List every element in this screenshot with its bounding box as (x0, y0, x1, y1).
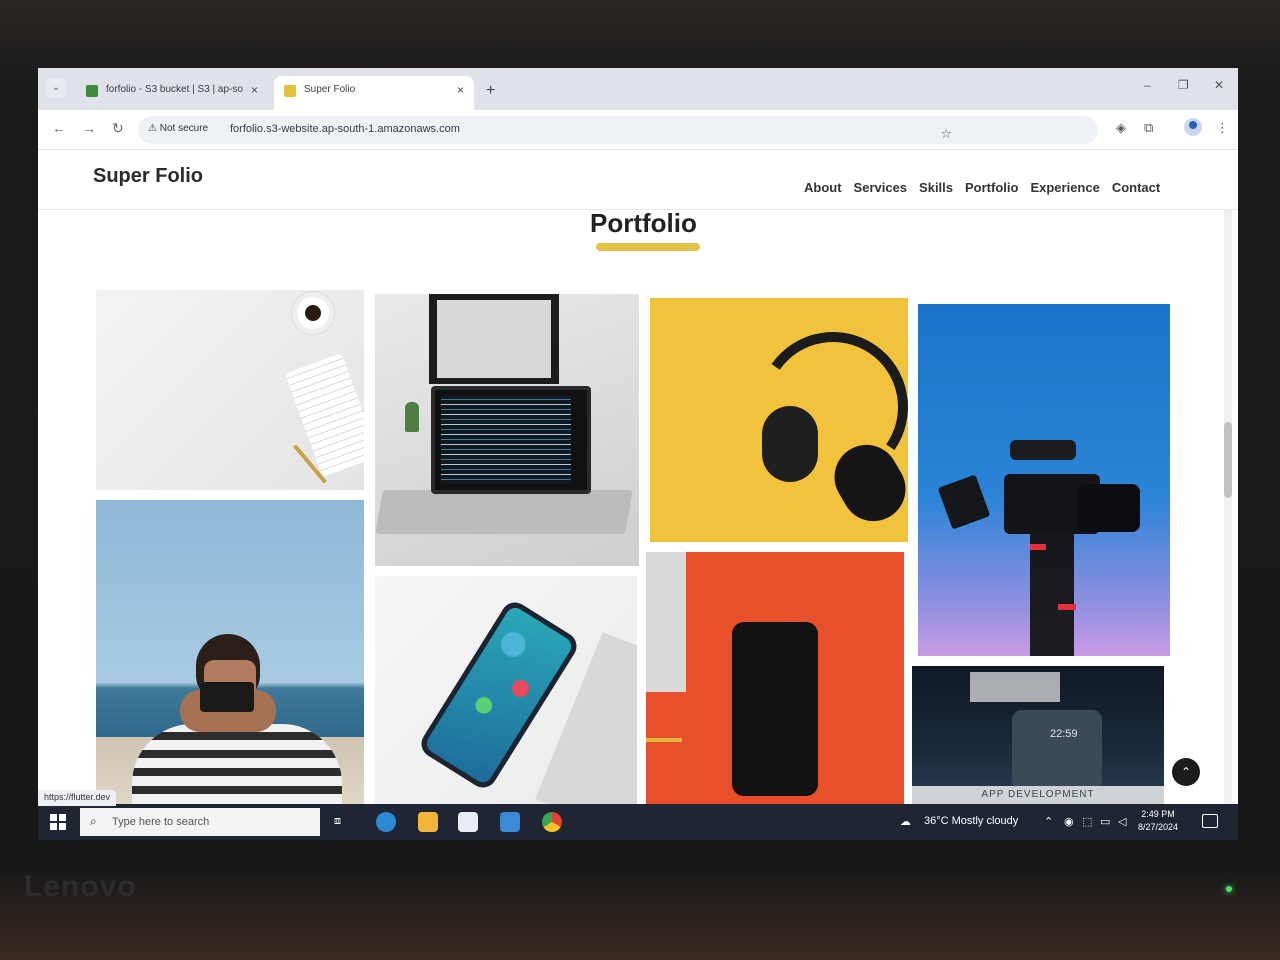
page-scrollbar[interactable] (1224, 150, 1232, 804)
restore-button[interactable]: ❐ (1178, 78, 1189, 92)
tripod-image (1030, 534, 1074, 656)
windows-taskbar: ⌕ Type here to search ⧈ ☁ 36°C Mostly cl… (38, 804, 1238, 840)
notification-icon[interactable] (1202, 814, 1218, 828)
close-tab-icon[interactable]: × (251, 83, 258, 97)
file-explorer-icon[interactable] (418, 812, 438, 832)
portfolio-tile-app-dev[interactable]: 22:59 APP DEVELOPMENT (912, 666, 1164, 804)
power-led (1226, 886, 1232, 892)
tripod-accent (1030, 544, 1046, 550)
coffee-cup-image (292, 292, 334, 334)
extensions-puzzle-icon[interactable]: ⧉ (1144, 120, 1153, 136)
nav-contact[interactable]: Contact (1112, 180, 1160, 195)
window-close-button[interactable]: ✕ (1214, 78, 1224, 92)
tripod-accent (1058, 604, 1076, 610)
nav-portfolio[interactable]: Portfolio (965, 180, 1018, 195)
tab-s3-bucket[interactable]: forfolio - S3 bucket | S3 | ap-so × (76, 76, 268, 110)
flip-screen-image (937, 474, 991, 530)
tab-title: Super Folio (304, 84, 356, 95)
close-tab-icon[interactable]: × (457, 83, 464, 97)
tile-caption: APP DEVELOPMENT (912, 786, 1164, 804)
chevron-up-icon[interactable]: ⌃ (1044, 815, 1053, 828)
monitor-brand-logo: Lenovo (24, 870, 137, 903)
site-logo[interactable]: Super Folio (93, 165, 203, 188)
search-icon: ⌕ (90, 814, 97, 828)
screen: ⌄ forfolio - S3 bucket | S3 | ap-so × Su… (38, 68, 1238, 840)
meet-now-icon[interactable]: ⬚ (1082, 815, 1092, 828)
reload-button[interactable]: ↻ (112, 120, 124, 137)
windows-start-icon[interactable] (50, 814, 66, 830)
s3-favicon-icon (86, 85, 98, 97)
clock-time: 2:49 PM (1141, 809, 1175, 819)
bookmark-star-icon[interactable]: ☆ (940, 126, 952, 142)
portfolio-tile-smartphone[interactable] (375, 576, 637, 804)
site-nav: About Services Skills Portfolio Experien… (804, 180, 1160, 195)
mic-image (1010, 440, 1076, 460)
nav-services[interactable]: Services (854, 180, 908, 195)
task-view-icon[interactable]: ⧈ (334, 815, 341, 828)
laptop-screen-image (431, 386, 591, 494)
earcup-image (762, 406, 818, 482)
clock-date: 8/27/2024 (1138, 822, 1179, 832)
nav-experience[interactable]: Experience (1030, 180, 1099, 195)
super-folio-favicon-icon (284, 85, 296, 97)
phone-clock: 22:59 (1050, 728, 1078, 740)
status-bar-url: https://flutter.dev (38, 790, 117, 806)
monitor-image (429, 294, 559, 384)
pencil-image (646, 738, 682, 742)
heading-underline (596, 243, 700, 251)
portfolio-tile-black-phone[interactable] (646, 552, 904, 804)
portfolio-tile-camera[interactable] (918, 304, 1170, 656)
menu-kebab-icon[interactable]: ⋮ (1216, 120, 1229, 136)
browser-toolbar: ← → ↻ ⚠ Not secure forfolio.s3-website.a… (38, 110, 1238, 150)
keyboard-image (284, 353, 364, 477)
weather-icon[interactable]: ☁ (900, 815, 911, 828)
web-page: Super Folio About Services Skills Portfo… (38, 150, 1238, 804)
portfolio-tile-headphones[interactable] (650, 298, 908, 542)
taskbar-search[interactable]: ⌕ Type here to search (80, 808, 320, 836)
extension-icon[interactable]: ◈ (1116, 120, 1126, 136)
shirt-image (132, 724, 342, 804)
nav-skills[interactable]: Skills (919, 180, 953, 195)
browser-tabstrip: ⌄ forfolio - S3 bucket | S3 | ap-so × Su… (38, 68, 1238, 110)
not-secure-indicator[interactable]: ⚠ Not secure (148, 123, 208, 134)
portfolio-heading: Portfolio (590, 208, 697, 238)
chrome-icon[interactable] (542, 812, 562, 832)
mail-icon[interactable] (500, 812, 520, 832)
portfolio-tile-photographer[interactable] (96, 500, 364, 804)
store-icon[interactable] (458, 812, 478, 832)
back-to-top-button[interactable]: ⌃ (1172, 758, 1200, 786)
weather-text[interactable]: 36°C Mostly cloudy (924, 815, 1018, 827)
search-placeholder: Type here to search (112, 816, 210, 828)
forward-button[interactable]: → (82, 120, 96, 136)
monitor-bezel: Lenovo ⌄ forfolio - S3 bucket | S3 | ap-… (0, 0, 1280, 960)
phone-image (1012, 710, 1102, 790)
laptop-base-image (375, 490, 633, 534)
system-tray-icon[interactable]: ◉ (1064, 815, 1074, 828)
edge-icon[interactable] (376, 812, 396, 832)
portfolio-tile-desk[interactable] (96, 290, 364, 490)
nav-about[interactable]: About (804, 180, 842, 195)
back-button[interactable]: ← (52, 120, 66, 136)
address-bar[interactable]: ⚠ Not secure forfolio.s3-website.ap-sout… (138, 116, 1098, 144)
tab-search-button[interactable]: ⌄ (46, 78, 66, 98)
profile-avatar-icon[interactable] (1184, 118, 1202, 136)
black-phone-image (732, 622, 818, 796)
camera-lens-image (1078, 484, 1140, 532)
camera-image (200, 682, 254, 712)
network-icon[interactable]: ▭ (1100, 815, 1110, 828)
screen-glow-image (970, 672, 1060, 702)
volume-icon[interactable]: ◁ (1118, 815, 1126, 828)
tab-super-folio[interactable]: Super Folio × (274, 76, 474, 110)
portfolio-tile-laptop[interactable] (375, 294, 639, 566)
minimize-button[interactable]: – (1144, 78, 1151, 92)
tab-title: forfolio - S3 bucket | S3 | ap-so (106, 84, 243, 95)
scrollbar-thumb[interactable] (1224, 422, 1232, 498)
new-tab-button[interactable]: + (486, 82, 495, 100)
paper-image (646, 552, 686, 692)
site-header: Super Folio About Services Skills Portfo… (38, 150, 1238, 210)
url-text[interactable]: forfolio.s3-website.ap-south-1.amazonaws… (230, 123, 460, 135)
security-label: Not secure (159, 123, 209, 134)
taskbar-clock[interactable]: 2:49 PM 8/27/2024 (1138, 808, 1178, 834)
plant-image (405, 402, 419, 432)
